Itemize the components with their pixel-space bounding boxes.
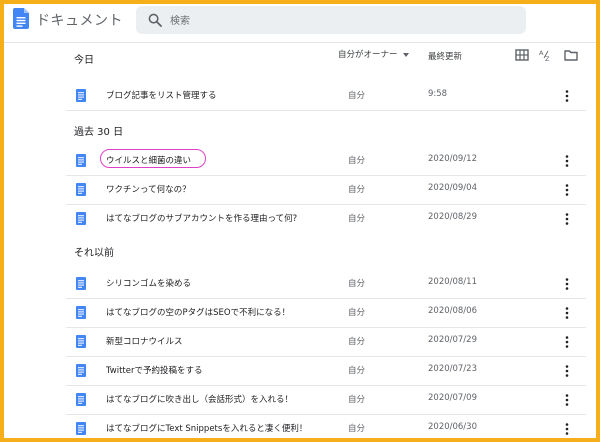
doc-icon bbox=[76, 277, 86, 290]
owner-filter-label: 自分がオーナー bbox=[338, 50, 398, 60]
screenshot-frame: ドキュメント 今日 自分がオーナー 最終更新 A Z ブログ記事をリスト管理する… bbox=[0, 0, 600, 442]
doc-row[interactable]: はてなブログに吹き出し（会話形式）を入れる！ 自分 2020/07/09 bbox=[66, 385, 586, 415]
doc-icon bbox=[76, 183, 86, 196]
doc-owner: 自分 bbox=[348, 279, 366, 289]
doc-owner: 自分 bbox=[348, 214, 366, 224]
doc-icon bbox=[76, 306, 86, 319]
doc-date: 2020/06/30 bbox=[428, 422, 477, 432]
doc-row[interactable]: ワクチンって何なの？ 自分 2020/09/04 bbox=[66, 175, 586, 205]
doc-title: はてなブログに吹き出し（会話形式）を入れる！ bbox=[106, 395, 294, 405]
doc-owner: 自分 bbox=[348, 337, 366, 347]
doc-title: はてなブログにText Snippetsを入れると凄く便利！ bbox=[106, 424, 308, 434]
doc-date: 2020/08/29 bbox=[428, 212, 477, 222]
doc-row[interactable]: 新型コロナウイルス 自分 2020/07/29 bbox=[66, 327, 586, 357]
doc-date: 2020/08/11 bbox=[428, 277, 477, 287]
doc-row[interactable]: シリコンゴムを染める 自分 2020/08/11 bbox=[66, 269, 586, 299]
doc-row[interactable]: Twitterで予約投稿をする 自分 2020/07/23 bbox=[66, 356, 586, 386]
doc-date: 2020/07/23 bbox=[428, 364, 477, 374]
more-vert-icon[interactable] bbox=[564, 393, 570, 407]
search-input[interactable] bbox=[168, 11, 512, 31]
doc-owner: 自分 bbox=[348, 424, 366, 434]
grid-view-icon[interactable] bbox=[515, 48, 529, 62]
doc-icon bbox=[76, 335, 86, 348]
doc-icon bbox=[76, 393, 86, 406]
doc-title: ブログ記事をリスト管理する bbox=[106, 91, 217, 101]
more-vert-icon[interactable] bbox=[564, 422, 570, 436]
doc-title: Twitterで予約投稿をする bbox=[106, 366, 203, 376]
doc-owner: 自分 bbox=[348, 91, 366, 101]
chevron-down-icon bbox=[402, 52, 409, 57]
doc-title: ウイルスと細菌の違い bbox=[106, 156, 192, 166]
section-title-today: 今日 bbox=[74, 55, 94, 66]
more-vert-icon[interactable] bbox=[564, 183, 570, 197]
more-vert-icon[interactable] bbox=[564, 212, 570, 226]
top-bar: ドキュメント bbox=[4, 4, 596, 43]
doc-date: 2020/07/09 bbox=[428, 393, 477, 403]
doc-row[interactable]: はてなブログにText Snippetsを入れると凄く便利！ 自分 2020/0… bbox=[66, 414, 586, 438]
doc-title: 新型コロナウイルス bbox=[106, 337, 183, 347]
search-icon[interactable] bbox=[148, 13, 162, 27]
doc-icon bbox=[76, 89, 86, 102]
google-docs-logo-icon[interactable] bbox=[13, 8, 29, 29]
svg-text:A: A bbox=[539, 49, 544, 57]
svg-text:Z: Z bbox=[545, 55, 550, 62]
doc-date: 2020/08/06 bbox=[428, 306, 477, 316]
doc-icon bbox=[76, 364, 86, 377]
more-vert-icon[interactable] bbox=[564, 335, 570, 349]
search-bar[interactable] bbox=[136, 6, 526, 34]
doc-owner: 自分 bbox=[348, 185, 366, 195]
doc-row[interactable]: ブログ記事をリスト管理する 自分 9:58 bbox=[66, 81, 586, 111]
doc-date: 2020/07/29 bbox=[428, 335, 477, 345]
doc-owner: 自分 bbox=[348, 156, 366, 166]
doc-owner: 自分 bbox=[348, 395, 366, 405]
doc-icon bbox=[76, 154, 86, 167]
doc-owner: 自分 bbox=[348, 308, 366, 318]
doc-title: はてなブログのサブアカウントを作る理由って何? bbox=[106, 214, 298, 224]
doc-title: ワクチンって何なの？ bbox=[106, 185, 191, 195]
more-vert-icon[interactable] bbox=[564, 306, 570, 320]
more-vert-icon[interactable] bbox=[564, 89, 570, 103]
doc-title: シリコンゴムを染める bbox=[106, 279, 192, 289]
owner-filter-dropdown[interactable]: 自分がオーナー bbox=[338, 48, 409, 60]
doc-date: 2020/09/12 bbox=[428, 154, 477, 164]
last-modified-header[interactable]: 最終更新 bbox=[428, 50, 462, 62]
doc-title: はてなブログの空のPタグはSEOで不利になる！ bbox=[106, 308, 291, 318]
doc-icon bbox=[76, 212, 86, 225]
section-title-past-30-days: 過去 30 日 bbox=[74, 127, 124, 138]
doc-date: 9:58 bbox=[428, 89, 448, 99]
doc-row[interactable]: はてなブログの空のPタグはSEOで不利になる！ 自分 2020/08/06 bbox=[66, 298, 586, 328]
more-vert-icon[interactable] bbox=[564, 277, 570, 291]
doc-icon bbox=[76, 422, 86, 435]
doc-row[interactable]: はてなブログのサブアカウントを作る理由って何? 自分 2020/08/29 bbox=[66, 204, 586, 233]
more-vert-icon[interactable] bbox=[564, 154, 570, 168]
doc-owner: 自分 bbox=[348, 366, 366, 376]
folder-icon[interactable] bbox=[564, 48, 578, 62]
doc-row[interactable]: ウイルスと細菌の違い 自分 2020/09/12 bbox=[66, 146, 586, 176]
doc-date: 2020/09/04 bbox=[428, 183, 477, 193]
more-vert-icon[interactable] bbox=[564, 364, 570, 378]
app-title[interactable]: ドキュメント bbox=[36, 10, 123, 30]
section-title-earlier: それ以前 bbox=[74, 248, 114, 259]
sort-az-icon[interactable]: A Z bbox=[539, 48, 553, 62]
